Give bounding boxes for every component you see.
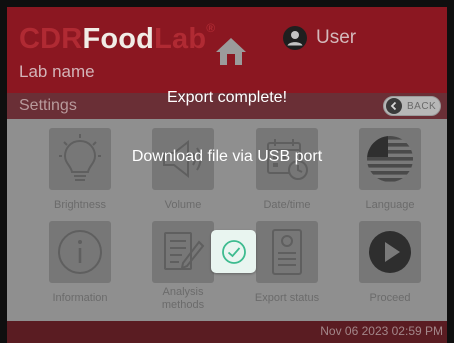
dialog-overlay [7, 7, 447, 343]
check-circle-icon [221, 239, 246, 264]
dialog-ok-button[interactable] [211, 230, 256, 273]
device-screen: CDRFoodLab® User Lab name Settings BACK [7, 7, 447, 343]
dialog-message: Download file via USB port [131, 148, 323, 165]
dialog-title: Export complete! [166, 89, 288, 106]
